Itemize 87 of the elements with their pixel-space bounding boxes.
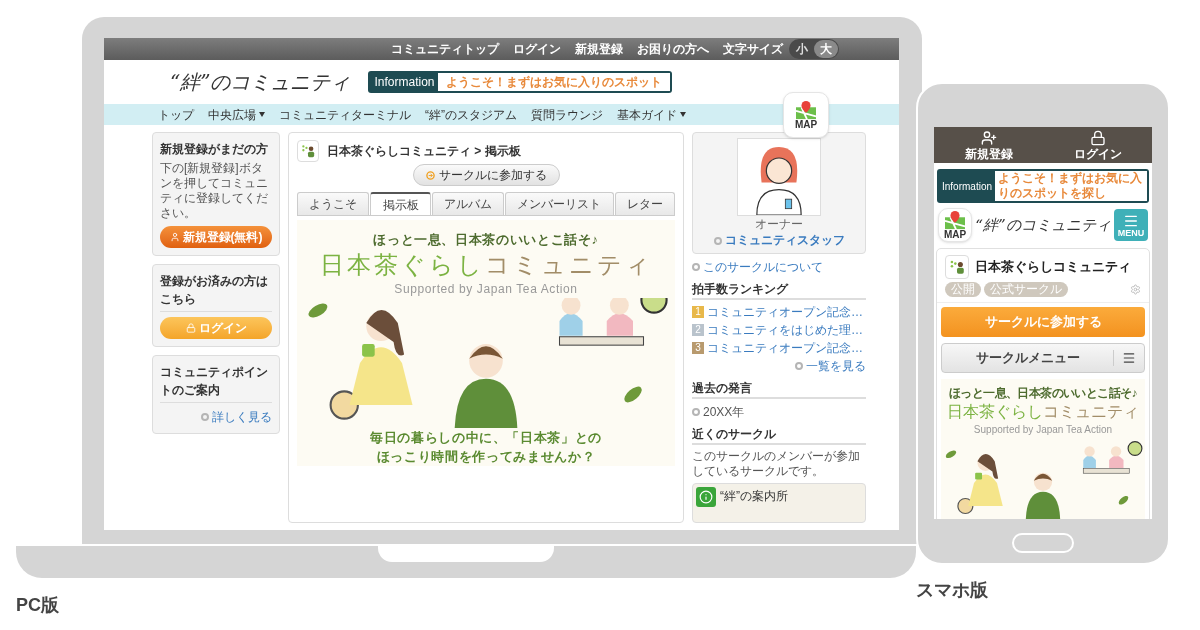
map-button[interactable]: MAP xyxy=(938,208,972,242)
details-link[interactable]: 詳しく見る xyxy=(212,408,272,426)
nav-item[interactable]: 基本ガイド xyxy=(617,105,686,124)
owner-name[interactable]: コミュニティスタッフ xyxy=(724,233,845,248)
tab[interactable]: アルバム xyxy=(431,192,505,215)
panel-title: 登録がお済みの方はこちら xyxy=(160,272,272,312)
community-icon xyxy=(945,255,969,279)
utility-link[interactable]: コミュニティトップ xyxy=(391,40,499,58)
banner-message: 毎日の暮らしの中に、「日本茶」との xyxy=(369,428,603,447)
lock-icon xyxy=(1089,130,1106,146)
breadcrumb: 日本茶ぐらしコミュニティ > 掲示板 xyxy=(327,143,521,160)
banner-title: 日本茶ぐらし コミュニティ xyxy=(319,249,653,280)
tab[interactable]: 掲示板 xyxy=(370,192,431,215)
font-size-label: 文字サイズ xyxy=(723,41,783,58)
banner-supported: Supported by Japan Tea Action xyxy=(973,423,1113,437)
nav-item[interactable]: トップ xyxy=(158,105,194,124)
nearby-circle-name: “絆”の案内所 xyxy=(720,488,788,505)
top-action-button[interactable]: ログイン xyxy=(1043,127,1152,163)
map-label: MAP xyxy=(943,230,967,240)
join-circle-button[interactable]: サークルに参加する xyxy=(412,164,560,186)
community-icon xyxy=(297,140,319,162)
community-name: 日本茶ぐらしコミュニティ xyxy=(975,258,1131,277)
caption: スマホ版 xyxy=(916,579,989,602)
rank-badge: 1 xyxy=(692,306,704,318)
user-plus-icon xyxy=(980,130,997,146)
nav-item[interactable]: コミュニティターミナル xyxy=(279,105,411,124)
section-title: 拍手数ランキング xyxy=(692,280,866,300)
map-button[interactable]: MAP xyxy=(783,92,829,138)
rank-badge: 2 xyxy=(692,324,704,336)
nearby-text: このサークルのメンバーが参加しているサークルです。 xyxy=(692,449,861,479)
see-all-link[interactable]: 一覧を見る xyxy=(806,357,866,375)
map-icon xyxy=(943,210,967,230)
settings-icon[interactable] xyxy=(1130,284,1141,295)
caret-icon xyxy=(680,112,686,117)
banner-supported: Supported by Japan Tea Action xyxy=(394,280,578,298)
panel-title: 新規登録がまだの方 xyxy=(160,141,269,158)
site-logo[interactable]: “絆”のコミュニティ xyxy=(170,67,351,97)
bullet-icon xyxy=(692,408,700,416)
ranking-link[interactable]: コミュニティオープン記念… xyxy=(707,339,863,357)
caret-icon xyxy=(259,112,265,117)
info-text: ようこそ！まずはお気に入りのスポットを探し xyxy=(995,171,1147,201)
map-icon xyxy=(794,100,818,120)
tab[interactable]: レター xyxy=(614,192,676,215)
nearby-circle-card[interactable]: “絆”の案内所 xyxy=(692,483,866,523)
tag: 公式サークル xyxy=(984,282,1068,297)
archive-link[interactable]: 20XX年 xyxy=(703,403,745,421)
bullet-icon xyxy=(692,263,700,271)
menu-icon xyxy=(1122,351,1136,365)
tag: 公開 xyxy=(945,282,981,297)
banner-title: 日本茶ぐらし コミュニティ xyxy=(947,402,1139,422)
owner-role: オーナー xyxy=(755,217,803,232)
ranking-link[interactable]: コミュニティオープン記念… xyxy=(707,303,863,321)
bullet-icon xyxy=(795,362,803,370)
nav-item[interactable]: “絆”のスタジアム xyxy=(425,105,517,124)
section-title: 過去の発言 xyxy=(692,379,866,399)
info-icon xyxy=(696,487,716,507)
font-size-option[interactable]: 小 xyxy=(790,40,814,58)
top-action-button[interactable]: 新規登録 xyxy=(934,127,1043,163)
info-label: Information xyxy=(941,179,994,194)
nav-item[interactable]: 中央広場 xyxy=(208,105,265,124)
circle-menu-button[interactable]: サークルメニュー xyxy=(941,343,1145,373)
rank-badge: 3 xyxy=(692,342,704,354)
bullet-icon xyxy=(201,413,209,421)
banner-tagline: ほっと一息、日本茶のいいとこ話そ♪ xyxy=(949,385,1137,402)
tab[interactable]: メンバーリスト xyxy=(505,192,614,215)
utility-link[interactable]: ログイン xyxy=(513,40,561,58)
utility-link[interactable]: お困りの方へ xyxy=(637,40,709,58)
utility-link[interactable]: 新規登録 xyxy=(575,40,623,58)
map-label: MAP xyxy=(794,120,818,130)
lock-icon xyxy=(185,323,196,333)
banner-message: ほっこり時間を作ってみませんか？ xyxy=(376,447,596,466)
signup-text: 下の[新規登録]ボタンを押してコミュニティに登録してください。 xyxy=(160,161,269,221)
join-icon xyxy=(425,170,435,180)
about-link[interactable]: このサークルについて xyxy=(703,258,823,276)
section-title: 近くのサークル xyxy=(692,425,866,445)
panel-title: コミュニティポイントのご案内 xyxy=(160,363,272,403)
info-text: ようこそ！まずはお気に入りのスポット xyxy=(438,73,671,91)
user-icon xyxy=(169,232,180,242)
tab[interactable]: ようこそ xyxy=(297,192,370,215)
banner-tagline: ほっと一息、日本茶のいいとこ話そ♪ xyxy=(373,231,599,249)
site-logo[interactable]: “絆”のコミュニティ xyxy=(975,213,1111,237)
home-button[interactable] xyxy=(1012,533,1074,553)
ranking-link[interactable]: コミュニティをはじめた理… xyxy=(707,321,863,339)
nav-item[interactable]: 質問ラウンジ xyxy=(531,105,603,124)
bullet-icon xyxy=(713,236,722,245)
caption: PC版 xyxy=(16,594,60,617)
info-label: Information xyxy=(373,74,436,91)
